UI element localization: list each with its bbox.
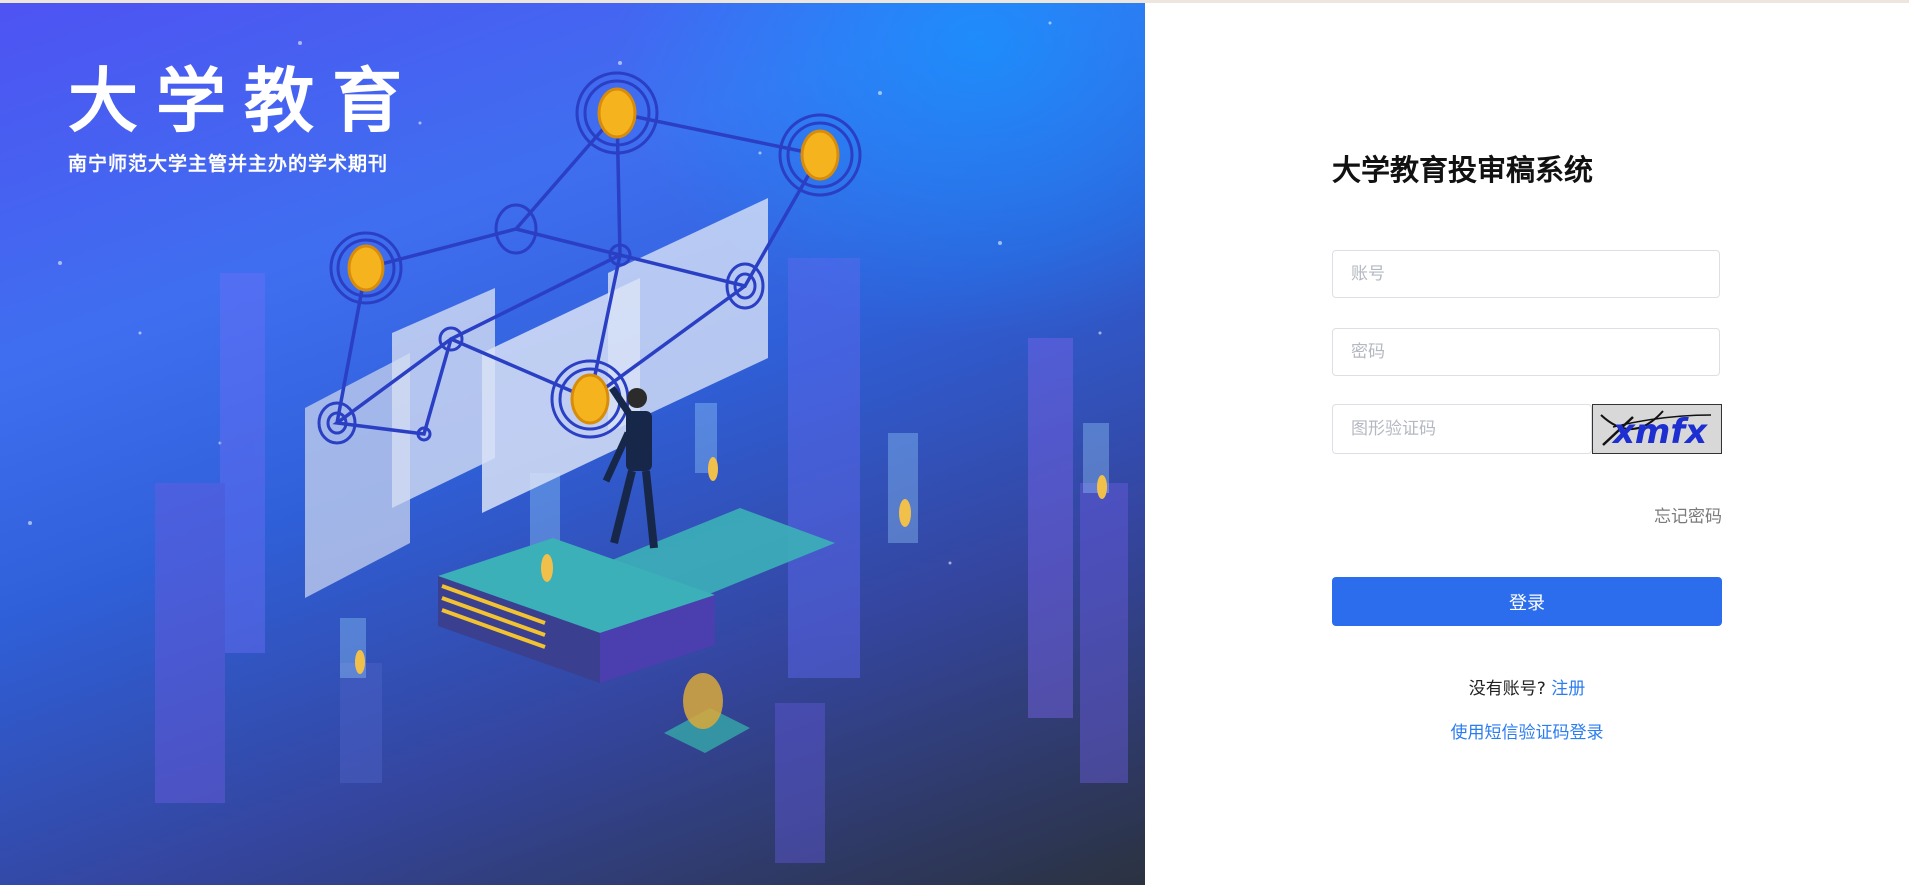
login-button[interactable]: 登录 bbox=[1332, 577, 1722, 626]
login-form: 大学教育投审稿系统 xmfx 忘记密码 登录 没有账号? 注册 使用短信验证码登… bbox=[1332, 150, 1722, 743]
captcha-input[interactable] bbox=[1332, 404, 1592, 454]
register-link[interactable]: 注册 bbox=[1551, 679, 1585, 699]
forgot-password-link[interactable]: 忘记密码 bbox=[1654, 502, 1722, 527]
register-line: 没有账号? 注册 bbox=[1332, 674, 1722, 699]
hero-banner: 大学教育 南宁师范大学主管并主办的学术期刊 bbox=[0, 3, 1145, 885]
account-input[interactable] bbox=[1332, 250, 1720, 298]
captcha-row: xmfx bbox=[1332, 404, 1722, 454]
brand-title: 大学教育 bbox=[68, 60, 420, 142]
login-title: 大学教育投审稿系统 bbox=[1332, 153, 1594, 187]
password-input[interactable] bbox=[1332, 328, 1720, 376]
no-account-text: 没有账号? bbox=[1468, 679, 1546, 699]
brand-subtitle: 南宁师范大学主管并主办的学术期刊 bbox=[68, 153, 389, 175]
captcha-image[interactable]: xmfx bbox=[1592, 404, 1722, 454]
sms-login-link[interactable]: 使用短信验证码登录 bbox=[1332, 718, 1722, 743]
captcha-text: xmfx bbox=[1611, 412, 1708, 452]
